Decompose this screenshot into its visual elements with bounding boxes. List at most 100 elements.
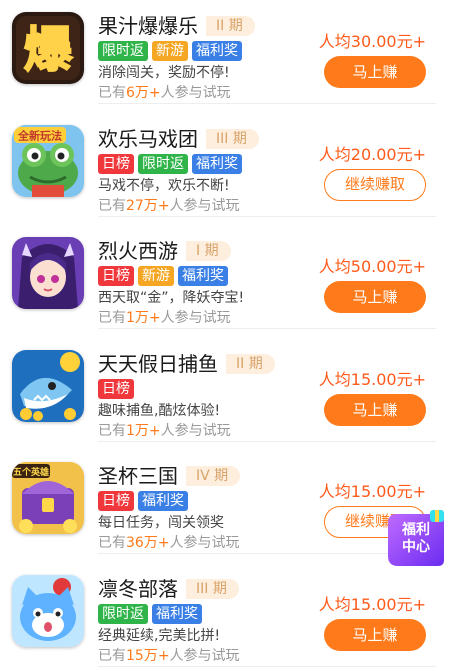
game-name: 烈火西游	[98, 239, 178, 263]
participant-count: 已有15万+人参与试玩	[98, 647, 240, 665]
count-prefix: 已有	[98, 310, 126, 326]
average-reward: 人均15.00元+	[318, 482, 426, 501]
welfare-center-label-1: 福利	[402, 522, 430, 538]
count-number: 15万+	[126, 648, 170, 664]
count-suffix: 人参与试玩	[169, 535, 240, 551]
game-row[interactable]: 烈火西游 I 期 日榜 新游 福利奖 西天取“金”，降妖夺宝! 已有1万+人参与试玩 …	[0, 229, 450, 329]
participant-count: 已有1万+人参与试玩	[98, 309, 231, 327]
average-reward: 人均15.00元+	[318, 595, 426, 614]
count-prefix: 已有	[98, 535, 126, 551]
tag-福利奖: 福利奖	[152, 604, 202, 624]
svg-text:全新玩法: 全新玩法	[17, 129, 62, 143]
participant-count: 已有36万+人参与试玩	[98, 534, 240, 552]
earn-button[interactable]: 马上赚	[324, 619, 426, 651]
count-number: 27万+	[126, 198, 170, 214]
earn-button[interactable]: 马上赚	[324, 56, 426, 88]
game-name: 凛冬部落	[98, 577, 178, 601]
game-name: 圣杯三国	[98, 464, 178, 488]
period-badge: IV 期	[186, 466, 241, 486]
period-badge: II 期	[226, 354, 275, 374]
count-prefix: 已有	[98, 648, 126, 664]
tag-list: 限时返 福利奖	[98, 604, 202, 624]
count-suffix: 人参与试玩	[160, 85, 231, 101]
welfare-center-float-button[interactable]: 福利 中心	[386, 510, 446, 570]
tag-list: 日榜	[98, 379, 134, 399]
count-suffix: 人参与试玩	[169, 198, 240, 214]
game-name: 果汁爆爆乐	[98, 14, 198, 38]
period-badge: III 期	[186, 579, 239, 599]
tag-新游: 新游	[152, 41, 188, 61]
game-row[interactable]: 天天假日捕鱼 II 期 日榜 趣味捕鱼,酷炫体验! 已有1万+人参与试玩 人均15…	[0, 342, 450, 442]
tag-list: 日榜 限时返 福利奖	[98, 154, 242, 174]
average-reward: 人均50.00元+	[318, 257, 426, 276]
tag-日榜: 日榜	[98, 491, 134, 511]
earn-button[interactable]: 马上赚	[324, 281, 426, 313]
tag-list: 限时返 新游 福利奖	[98, 41, 242, 61]
earn-button[interactable]: 继续赚取	[324, 169, 426, 201]
tag-福利奖: 福利奖	[192, 41, 242, 61]
game-title: 圣杯三国 IV 期	[98, 464, 241, 488]
game-description: 西天取“金”，降妖夺宝!	[98, 290, 245, 306]
count-prefix: 已有	[98, 198, 126, 214]
game-title: 欢乐马戏团 III 期	[98, 127, 259, 151]
participant-count: 已有27万+人参与试玩	[98, 197, 240, 215]
game-row[interactable]: 全新玩法 欢乐马戏团 III 期 日榜 限时返 福利奖 马戏不停，欢乐不断! 已有27…	[0, 117, 450, 217]
average-reward: 人均20.00元+	[318, 145, 426, 164]
tag-日榜: 日榜	[98, 154, 134, 174]
tag-新游: 新游	[138, 266, 174, 286]
tag-日榜: 日榜	[98, 266, 134, 286]
game-title: 烈火西游 I 期	[98, 239, 231, 263]
game-description: 趣味捕鱼,酷炫体验!	[98, 403, 221, 419]
tag-list: 日榜 福利奖	[98, 491, 188, 511]
count-number: 1万+	[126, 423, 161, 439]
count-prefix: 已有	[98, 423, 126, 439]
game-name: 天天假日捕鱼	[98, 352, 218, 376]
tag-list: 日榜 新游 福利奖	[98, 266, 228, 286]
frog-icon[interactable]: 全新玩法	[12, 125, 84, 197]
heroine-icon[interactable]	[12, 237, 84, 309]
row-divider	[98, 666, 436, 667]
baobao-icon[interactable]: 爆	[12, 12, 84, 84]
count-number: 6万+	[126, 85, 161, 101]
tag-限时返: 限时返	[98, 604, 148, 624]
welfare-center-label-2: 中心	[402, 539, 430, 555]
count-suffix: 人参与试玩	[169, 648, 240, 664]
period-badge: II 期	[206, 16, 255, 36]
cat-icon[interactable]	[12, 575, 84, 647]
game-description: 每日任务，闯关领奖	[98, 515, 224, 531]
game-row[interactable]: 五个英雄 圣杯三国 IV 期 日榜 福利奖 每日任务，闯关领奖 已有36万+人参与试…	[0, 454, 450, 554]
participant-count: 已有6万+人参与试玩	[98, 84, 231, 102]
average-reward: 人均15.00元+	[318, 370, 426, 389]
game-title: 果汁爆爆乐 II 期	[98, 14, 255, 38]
average-reward: 人均30.00元+	[318, 32, 426, 51]
row-divider	[98, 441, 436, 442]
row-divider	[98, 216, 436, 217]
tag-福利奖: 福利奖	[192, 154, 242, 174]
period-badge: I 期	[186, 241, 231, 261]
tag-限时返: 限时返	[98, 41, 148, 61]
svg-text:五个英雄: 五个英雄	[13, 466, 49, 478]
row-divider	[98, 328, 436, 329]
shark-icon[interactable]	[12, 350, 84, 422]
count-number: 1万+	[126, 310, 161, 326]
game-description: 消除闯关，奖励不停!	[98, 65, 230, 81]
count-suffix: 人参与试玩	[160, 423, 231, 439]
count-number: 36万+	[126, 535, 170, 551]
tag-日榜: 日榜	[98, 379, 134, 399]
treasure-chest-icon[interactable]: 五个英雄	[12, 462, 84, 534]
game-row[interactable]: 凛冬部落 III 期 限时返 福利奖 经典延续,完美比拼! 已有15万+人参与试玩 …	[0, 567, 450, 667]
count-suffix: 人参与试玩	[160, 310, 231, 326]
participant-count: 已有1万+人参与试玩	[98, 422, 231, 440]
count-prefix: 已有	[98, 85, 126, 101]
earn-button[interactable]: 马上赚	[324, 394, 426, 426]
row-divider	[98, 103, 436, 104]
game-title: 凛冬部落 III 期	[98, 577, 239, 601]
tag-福利奖: 福利奖	[178, 266, 228, 286]
tag-限时返: 限时返	[138, 154, 188, 174]
game-row[interactable]: 爆 果汁爆爆乐 II 期 限时返 新游 福利奖 消除闯关，奖励不停! 已有6万+人参与…	[0, 4, 450, 104]
svg-text:爆: 爆	[24, 22, 73, 78]
game-title: 天天假日捕鱼 II 期	[98, 352, 275, 376]
game-description: 马戏不停，欢乐不断!	[98, 178, 230, 194]
period-badge: III 期	[206, 129, 259, 149]
game-name: 欢乐马戏团	[98, 127, 198, 151]
